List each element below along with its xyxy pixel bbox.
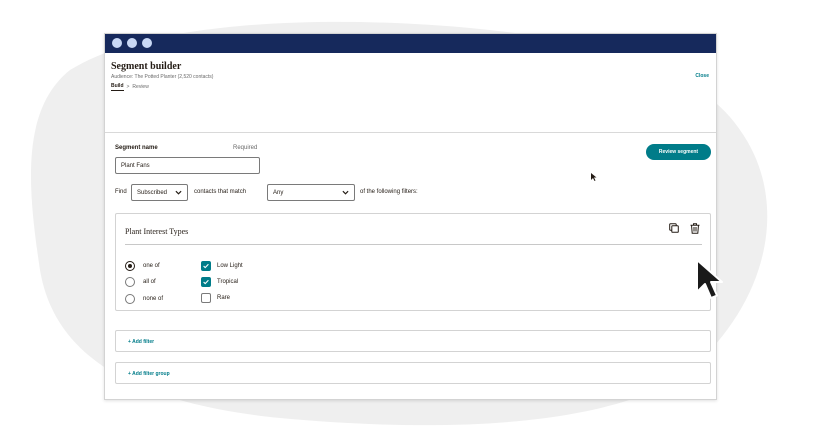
- page-header: Segment builder Audience: The Potted Pla…: [105, 53, 716, 133]
- operator-all-of[interactable]: all of: [125, 277, 195, 288]
- match-select[interactable]: Any: [267, 184, 355, 201]
- radio-label: all of: [143, 279, 156, 285]
- operator-none-of[interactable]: none of: [125, 294, 195, 305]
- audience-info: Audience: The Potted Planter (2,520 cont…: [111, 74, 214, 80]
- segment-name-label: Segment name: [115, 145, 158, 151]
- add-filter-button[interactable]: + Add filter: [128, 339, 154, 345]
- status-select-value: Subscribed: [137, 190, 168, 196]
- add-filter-group-box[interactable]: + Add filter group: [115, 362, 711, 384]
- window-dot-1[interactable]: [112, 38, 122, 48]
- close-link[interactable]: Close: [695, 73, 709, 79]
- operator-one-of[interactable]: one of: [125, 261, 195, 272]
- builder-body: Segment name Required Plant Fans Review …: [105, 133, 716, 399]
- filter-group-title: Plant Interest Types: [125, 227, 189, 236]
- chevron-down-icon: [175, 190, 182, 195]
- find-row: Find Subscribed contacts that match Any …: [115, 184, 515, 201]
- trash-icon[interactable]: [690, 223, 700, 234]
- mouse-pointer-icon: [591, 173, 597, 181]
- window-titlebar: [105, 34, 716, 53]
- breadcrumb-build[interactable]: Build: [111, 83, 124, 91]
- checkbox-label: Low Light: [217, 263, 243, 269]
- status-select[interactable]: Subscribed: [131, 184, 188, 201]
- app-window: Segment builder Audience: The Potted Pla…: [104, 33, 717, 400]
- page-title: Segment builder: [111, 61, 182, 72]
- match-select-value: Any: [273, 190, 284, 196]
- option-low-light[interactable]: Low Light: [201, 261, 281, 272]
- add-filter-group-button[interactable]: + Add filter group: [128, 371, 170, 377]
- radio-label: one of: [143, 263, 160, 269]
- breadcrumb: Build > Review: [111, 83, 149, 91]
- stage: Segment builder Audience: The Potted Pla…: [0, 0, 820, 437]
- radio-button[interactable]: [125, 294, 135, 304]
- filter-group-divider: [125, 244, 702, 245]
- copy-icon[interactable]: [669, 223, 679, 233]
- review-segment-button[interactable]: Review segment: [646, 144, 711, 160]
- required-label: Required: [233, 145, 258, 151]
- checkbox[interactable]: [201, 293, 211, 303]
- checkbox-label: Rare: [217, 295, 231, 301]
- contacts-match-label: contacts that match: [194, 189, 247, 195]
- filter-group-card: Plant Interest Types one of all of none …: [115, 213, 711, 311]
- checkbox-label: Tropical: [217, 279, 239, 285]
- window-dot-3[interactable]: [142, 38, 152, 48]
- chevron-down-icon: [342, 190, 349, 195]
- radio-button[interactable]: [125, 277, 135, 287]
- window-dot-2[interactable]: [127, 38, 137, 48]
- radio-label: none of: [143, 296, 164, 302]
- breadcrumb-separator: >: [126, 84, 130, 90]
- following-filters-label: of the following filters:: [360, 189, 418, 195]
- find-label: Find: [115, 189, 127, 195]
- option-tropical[interactable]: Tropical: [201, 277, 281, 288]
- add-filter-box[interactable]: + Add filter: [115, 330, 711, 352]
- breadcrumb-review[interactable]: Review: [132, 84, 148, 90]
- segment-name-input[interactable]: Plant Fans: [115, 157, 260, 174]
- checkmark-icon: [203, 263, 209, 269]
- option-rare[interactable]: Rare: [201, 293, 281, 304]
- checkbox[interactable]: [201, 261, 211, 271]
- mouse-cursor-icon: [696, 259, 723, 299]
- checkbox[interactable]: [201, 277, 211, 287]
- radio-button[interactable]: [125, 261, 135, 271]
- checkmark-icon: [203, 279, 209, 285]
